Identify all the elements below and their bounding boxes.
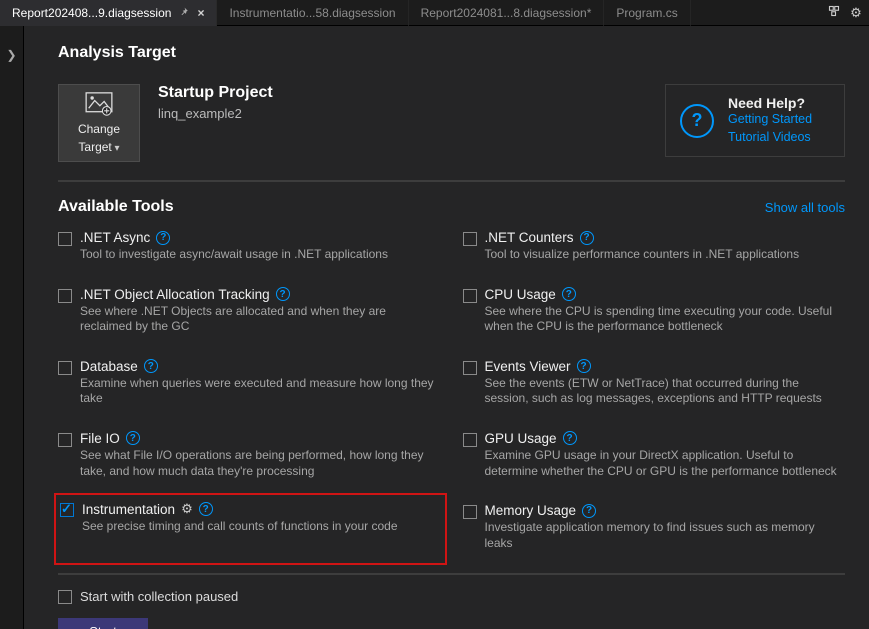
tool-desc: See precise timing and call counts of fu… — [82, 519, 439, 535]
tool-checkbox-net-async[interactable] — [58, 232, 72, 246]
tool-desc: Tool to visualize performance counters i… — [485, 247, 846, 263]
info-icon[interactable]: ? — [126, 431, 140, 445]
analysis-target-heading: Analysis Target — [58, 44, 845, 62]
target-image-icon — [85, 92, 113, 116]
target-info: Startup Project linq_example2 — [158, 84, 273, 121]
tool-name: CPU Usage ? — [485, 287, 846, 302]
tool-net-counters: .NET Counters ? Tool to visualize perform… — [463, 226, 846, 267]
tool-file-io: File IO ? See what File I/O operations ar… — [58, 427, 441, 483]
target-subtitle: linq_example2 — [158, 106, 273, 121]
tool-net-async: .NET Async ? Tool to investigate async/aw… — [58, 226, 441, 267]
tools-grid: .NET Async ? Tool to investigate async/aw… — [58, 226, 845, 575]
change-target-label-2: Target — [78, 140, 119, 154]
tool-checkbox-gpu-usage[interactable] — [463, 433, 477, 447]
show-all-tools-link[interactable]: Show all tools — [765, 200, 845, 215]
analysis-target-row: Change Target Startup Project linq_examp… — [58, 74, 845, 182]
tool-checkbox-events-viewer[interactable] — [463, 361, 477, 375]
tab-label: Instrumentatio...58.diagsession — [229, 6, 395, 20]
tool-desc: See the events (ETW or NetTrace) that oc… — [485, 376, 846, 407]
pin-icon[interactable] — [179, 6, 189, 20]
info-icon[interactable]: ? — [582, 504, 596, 518]
tab-report-8[interactable]: Report2024081...8.diagsession* — [409, 0, 605, 26]
tool-name: .NET Object Allocation Tracking ? — [80, 287, 441, 302]
start-paused-label: Start with collection paused — [80, 589, 238, 604]
gear-icon[interactable]: ⚙ — [181, 501, 193, 517]
info-icon[interactable]: ? — [156, 231, 170, 245]
tool-name: Instrumentation ⚙ ? — [82, 501, 439, 517]
tool-name: File IO ? — [80, 431, 441, 446]
info-icon[interactable]: ? — [580, 231, 594, 245]
gear-icon[interactable]: ⚙ — [847, 5, 865, 21]
tool-net-object-allocation-tracking: .NET Object Allocation Tracking ? See whe… — [58, 283, 441, 339]
tab-instrumentation-58[interactable]: Instrumentatio...58.diagsession — [217, 0, 408, 26]
tab-label: Report202408...9.diagsession — [12, 6, 171, 20]
tool-checkbox-net-object-allocation-tracking[interactable] — [58, 289, 72, 303]
start-paused-checkbox[interactable] — [58, 590, 72, 604]
start-button[interactable]: Start — [58, 618, 148, 629]
tab-bar: Report202408...9.diagsession × Instrumen… — [0, 0, 869, 26]
target-title: Startup Project — [158, 84, 273, 102]
info-icon[interactable]: ? — [199, 502, 213, 516]
tab-report-9[interactable]: Report202408...9.diagsession × — [0, 0, 217, 26]
start-paused-row[interactable]: Start with collection paused — [58, 589, 845, 604]
tool-name: Events Viewer ? — [485, 359, 846, 374]
tool-checkbox-file-io[interactable] — [58, 433, 72, 447]
tool-desc: Examine GPU usage in your DirectX applic… — [485, 448, 846, 479]
tool-name: GPU Usage ? — [485, 431, 846, 446]
help-question-icon: ? — [680, 104, 714, 138]
info-icon[interactable]: ? — [577, 359, 591, 373]
help-title: Need Help? — [728, 95, 812, 111]
info-icon[interactable]: ? — [562, 287, 576, 301]
tool-desc: See what File I/O operations are being p… — [80, 448, 441, 479]
tool-name: Memory Usage ? — [485, 503, 846, 518]
tool-checkbox-memory-usage[interactable] — [463, 505, 477, 519]
info-icon[interactable]: ? — [563, 431, 577, 445]
tool-gpu-usage: GPU Usage ? Examine GPU usage in your Dir… — [463, 427, 846, 483]
tab-label: Report2024081...8.diagsession* — [421, 6, 592, 20]
window-menu-icon[interactable] — [825, 5, 843, 20]
tab-label: Program.cs — [616, 6, 677, 20]
tool-checkbox-database[interactable] — [58, 361, 72, 375]
tool-instrumentation: Instrumentation ⚙ ? See precise timing an… — [54, 493, 447, 565]
tool-memory-usage: Memory Usage ? Investigate application me… — [463, 499, 846, 555]
tool-checkbox-cpu-usage[interactable] — [463, 289, 477, 303]
tool-desc: Examine when queries were executed and m… — [80, 376, 441, 407]
tool-desc: See where the CPU is spending time execu… — [485, 304, 846, 335]
left-gutter: ❯ — [0, 26, 24, 629]
tool-desc: Tool to investigate async/await usage in… — [80, 247, 441, 263]
change-target-button[interactable]: Change Target — [58, 84, 140, 162]
tool-checkbox-net-counters[interactable] — [463, 232, 477, 246]
info-icon[interactable]: ? — [144, 359, 158, 373]
help-link-getting-started[interactable]: Getting Started — [728, 111, 812, 129]
help-box: ? Need Help? Getting Started Tutorial Vi… — [665, 84, 845, 157]
help-link-tutorial-videos[interactable]: Tutorial Videos — [728, 129, 812, 147]
tool-desc: See where .NET Objects are allocated and… — [80, 304, 441, 335]
tool-events-viewer: Events Viewer ? See the events (ETW or Ne… — [463, 355, 846, 411]
tool-name: Database ? — [80, 359, 441, 374]
tab-program-cs[interactable]: Program.cs — [604, 0, 690, 26]
change-target-label-1: Change — [78, 122, 120, 136]
info-icon[interactable]: ? — [276, 287, 290, 301]
available-tools-heading: Available Tools — [58, 198, 174, 216]
expand-chevron-icon[interactable]: ❯ — [0, 48, 23, 62]
close-icon[interactable]: × — [197, 6, 204, 20]
tool-database: Database ? Examine when queries were exec… — [58, 355, 441, 411]
content-area: Analysis Target Change Target Startup Pr… — [24, 26, 869, 629]
tool-name: .NET Async ? — [80, 230, 441, 245]
tool-name: .NET Counters ? — [485, 230, 846, 245]
tool-desc: Investigate application memory to find i… — [485, 520, 846, 551]
tool-cpu-usage: CPU Usage ? See where the CPU is spending… — [463, 283, 846, 339]
tool-checkbox-instrumentation[interactable] — [60, 503, 74, 517]
